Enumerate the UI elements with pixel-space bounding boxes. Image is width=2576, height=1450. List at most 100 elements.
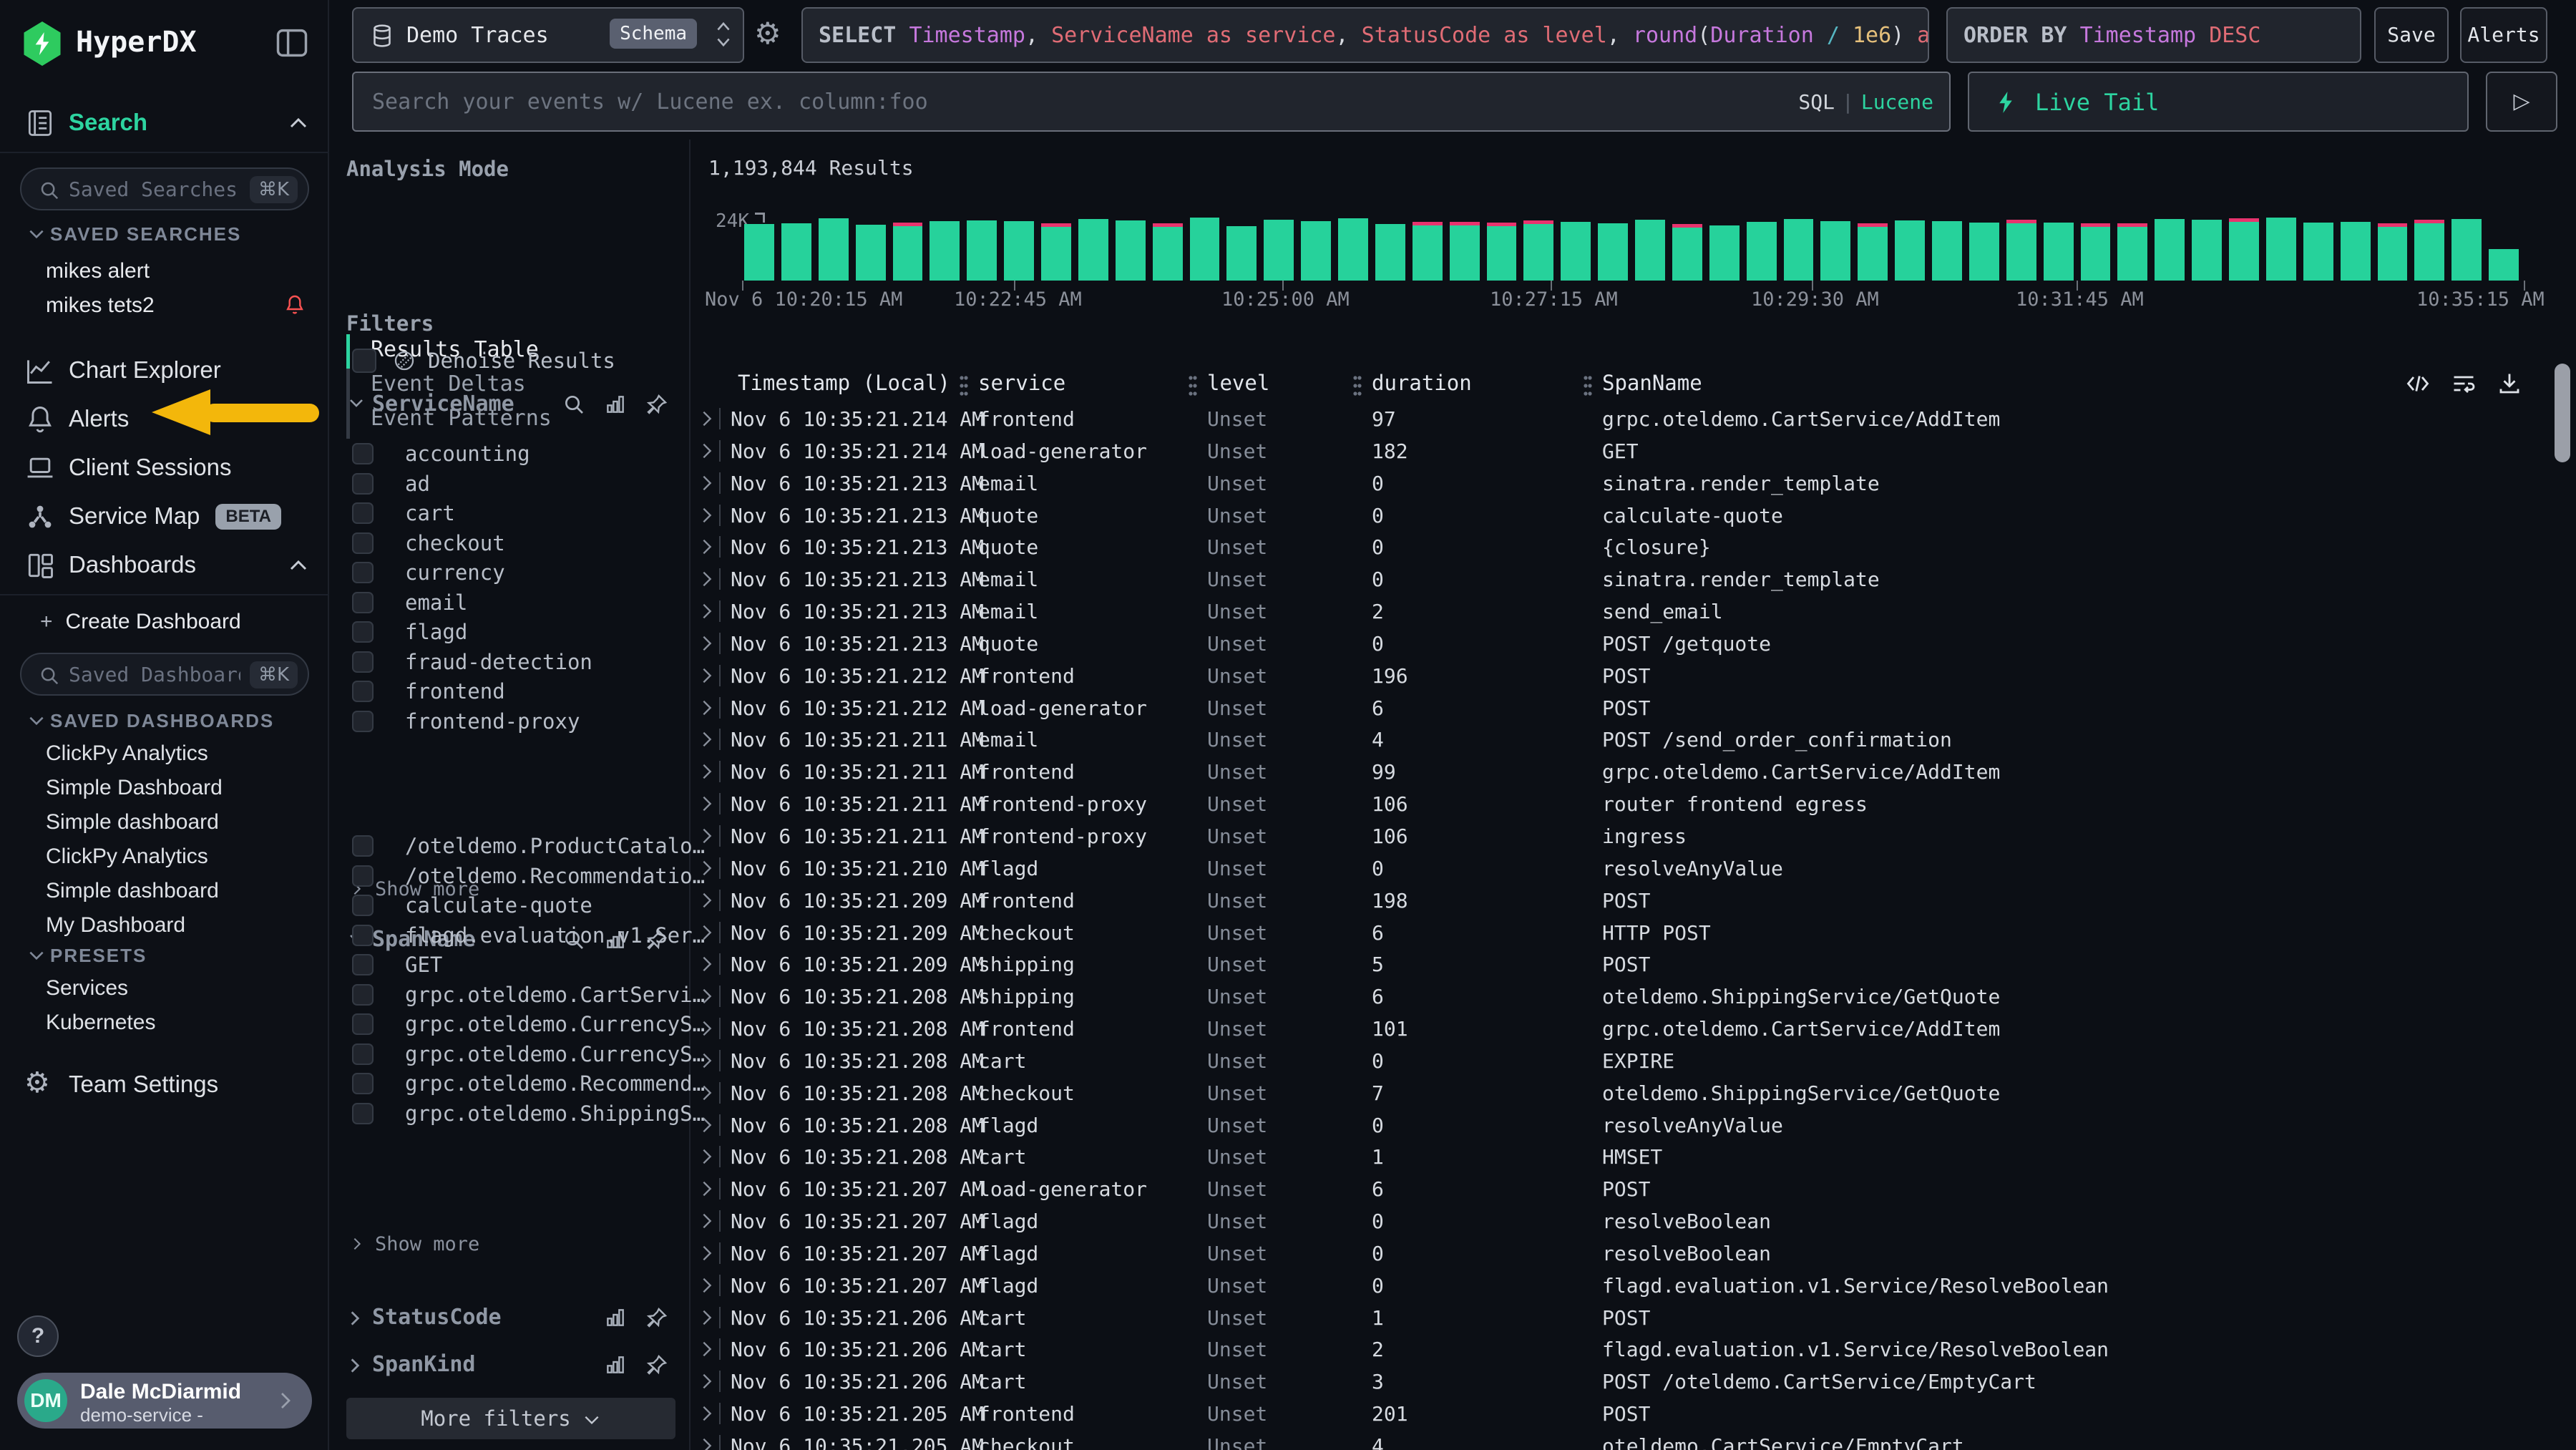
chevron-down-icon[interactable] (27, 226, 46, 242)
sql-select-editor[interactable]: SELECT Timestamp, ServiceName as service… (801, 7, 1929, 63)
table-row[interactable]: Nov 6 10:35:21.209 AMfrontendUnset198POS… (691, 885, 2576, 917)
histogram-bar[interactable] (1523, 220, 1553, 281)
nav-team-settings[interactable]: ⚙ Team Settings (0, 1066, 329, 1106)
live-tail-button[interactable]: Live Tail (1968, 72, 2469, 132)
checkbox[interactable] (352, 621, 374, 643)
expand-row-icon[interactable] (699, 1308, 715, 1328)
histogram-bar[interactable] (1598, 223, 1628, 281)
filter-group-statuscode[interactable]: StatusCode (346, 1305, 675, 1333)
denoise-checkbox[interactable] (352, 349, 376, 373)
expand-row-icon[interactable] (699, 923, 715, 943)
preset-item[interactable]: Services (46, 976, 128, 1001)
table-row[interactable]: Nov 6 10:35:21.209 AMshippingUnset5POST (691, 948, 2576, 981)
histogram-bar[interactable] (2229, 218, 2259, 281)
table-row[interactable]: Nov 6 10:35:21.212 AMload-generatorUnset… (691, 692, 2576, 724)
expand-row-icon[interactable] (699, 698, 715, 718)
event-search-bar[interactable]: SQL|Lucene (352, 72, 1951, 132)
checkbox[interactable] (352, 651, 374, 673)
chevron-right-icon[interactable] (348, 1309, 362, 1328)
chevron-up-icon[interactable] (288, 115, 309, 132)
histogram-bar[interactable] (1561, 222, 1591, 281)
drag-handle-icon[interactable] (1582, 374, 1594, 398)
expand-row-icon[interactable] (699, 505, 715, 525)
expand-row-icon[interactable] (699, 1179, 715, 1199)
table-row[interactable]: Nov 6 10:35:21.206 AMcartUnset2flagd.eva… (691, 1333, 2576, 1366)
table-row[interactable]: Nov 6 10:35:21.206 AMcartUnset3POST /ote… (691, 1366, 2576, 1398)
histogram-bar[interactable] (1153, 223, 1183, 281)
expand-row-icon[interactable] (699, 633, 715, 653)
expand-row-icon[interactable] (699, 890, 715, 910)
expand-row-icon[interactable] (699, 1051, 715, 1071)
histogram-bar[interactable] (1190, 218, 1220, 281)
histogram-bar[interactable] (1413, 222, 1443, 281)
col-level[interactable]: level (1207, 371, 1269, 395)
expand-row-icon[interactable] (699, 1211, 715, 1231)
table-row[interactable]: Nov 6 10:35:21.213 AMquoteUnset0{closure… (691, 531, 2576, 563)
sql-mode-label[interactable]: SQL (1798, 90, 1835, 114)
table-row[interactable]: Nov 6 10:35:21.213 AMquoteUnset0POST /ge… (691, 628, 2576, 660)
search-icon[interactable] (562, 393, 585, 416)
histogram-bar[interactable] (2341, 222, 2371, 281)
table-row[interactable]: Nov 6 10:35:21.211 AMemailUnset4POST /se… (691, 724, 2576, 756)
run-query-button[interactable]: ▷ (2486, 72, 2557, 132)
expand-row-icon[interactable] (699, 729, 715, 749)
histogram-bar[interactable] (2044, 223, 2074, 281)
col-timestamp[interactable]: Timestamp (Local) (738, 371, 950, 395)
checkbox[interactable] (352, 711, 374, 732)
preset-item[interactable]: Kubernetes (46, 1011, 155, 1035)
chevron-down-icon[interactable] (348, 396, 365, 410)
checkbox[interactable] (352, 865, 374, 887)
histogram-bar[interactable] (819, 218, 849, 281)
expand-row-icon[interactable] (699, 537, 715, 557)
table-row[interactable]: Nov 6 10:35:21.214 AMload-generatorUnset… (691, 435, 2576, 467)
col-spanname[interactable]: SpanName (1602, 371, 1702, 395)
checkbox[interactable] (352, 1043, 374, 1065)
saved-search-item[interactable]: mikes tets2 (46, 293, 155, 318)
expand-row-icon[interactable] (699, 986, 715, 1006)
checkbox[interactable] (352, 925, 374, 946)
expand-row-icon[interactable] (699, 441, 715, 461)
nav-search[interactable]: Search (0, 104, 329, 145)
source-settings-gear-icon[interactable]: ⚙ (754, 16, 781, 51)
sql-orderby-editor[interactable]: ORDER BY Timestamp DESC (1946, 7, 2361, 63)
histogram-bar[interactable] (1264, 220, 1294, 281)
histogram-bar[interactable] (2266, 218, 2296, 281)
histogram-bar[interactable] (1672, 224, 1702, 281)
saved-dashboards-input[interactable] (69, 657, 240, 691)
nav-client-sessions[interactable]: Client Sessions (0, 449, 329, 490)
nav-service-map[interactable]: Service MapBETA (0, 498, 329, 538)
drag-handle-icon[interactable] (1187, 374, 1199, 398)
saved-search-item[interactable]: mikes alert (46, 259, 150, 283)
table-row[interactable]: Nov 6 10:35:21.205 AMfrontendUnset201POS… (691, 1398, 2576, 1430)
table-row[interactable]: Nov 6 10:35:21.207 AMflagdUnset0flagd.ev… (691, 1270, 2576, 1302)
chevron-down-icon[interactable] (27, 713, 46, 729)
col-duration[interactable]: duration (1372, 371, 1472, 395)
expand-row-icon[interactable] (699, 762, 715, 782)
histogram-bar[interactable] (1116, 220, 1146, 281)
save-button[interactable]: Save (2374, 7, 2449, 63)
checkbox[interactable] (352, 895, 374, 916)
histogram-bar[interactable] (1375, 224, 1405, 281)
table-row[interactable]: Nov 6 10:35:21.208 AMcheckoutUnset7oteld… (691, 1077, 2576, 1109)
table-row[interactable]: Nov 6 10:35:21.208 AMcartUnset0EXPIRE (691, 1045, 2576, 1077)
saved-searches-search[interactable]: ⌘K (20, 167, 309, 210)
table-row[interactable]: Nov 6 10:35:21.211 AMfrontend-proxyUnset… (691, 820, 2576, 852)
bar-chart-icon[interactable] (604, 393, 627, 416)
filter-group-spankind[interactable]: SpanKind (346, 1352, 675, 1381)
table-row[interactable]: Nov 6 10:35:21.211 AMfrontendUnset99grpc… (691, 756, 2576, 788)
expand-row-icon[interactable] (699, 473, 715, 493)
checkbox[interactable] (352, 835, 374, 857)
help-button[interactable]: ? (17, 1315, 59, 1357)
table-row[interactable]: Nov 6 10:35:21.212 AMfrontendUnset196POS… (691, 660, 2576, 692)
table-row[interactable]: Nov 6 10:35:21.213 AMemailUnset0sinatra.… (691, 563, 2576, 595)
chevron-up-icon[interactable] (288, 557, 309, 574)
bar-chart-icon[interactable] (604, 1353, 627, 1376)
pin-icon[interactable] (645, 393, 668, 416)
expand-row-icon[interactable] (699, 858, 715, 878)
checkbox[interactable] (352, 954, 374, 975)
table-row[interactable]: Nov 6 10:35:21.208 AMfrontendUnset101grp… (691, 1013, 2576, 1045)
checkbox[interactable] (352, 562, 374, 583)
table-row[interactable]: Nov 6 10:35:21.210 AMflagdUnset0resolveA… (691, 852, 2576, 885)
schema-badge[interactable]: Schema (610, 19, 697, 49)
col-service[interactable]: service (978, 371, 1065, 395)
